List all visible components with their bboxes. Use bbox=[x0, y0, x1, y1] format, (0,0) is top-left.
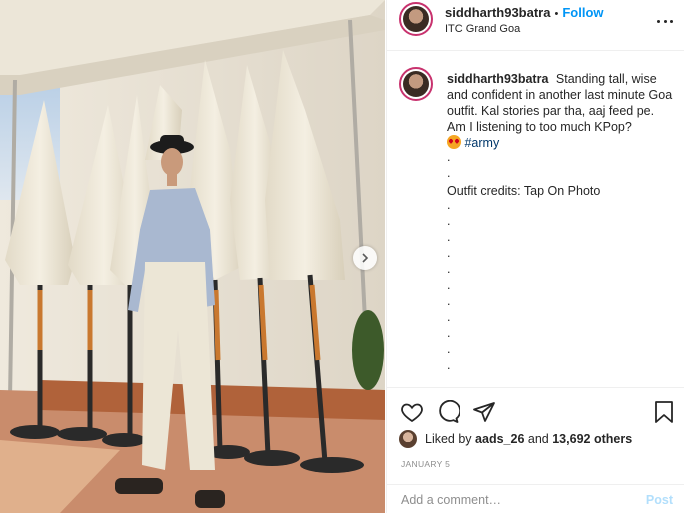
location-link[interactable]: ITC Grand Goa bbox=[445, 23, 520, 35]
next-photo-button[interactable] bbox=[353, 246, 377, 270]
dot-line: . bbox=[447, 278, 451, 292]
liker-username[interactable]: aads_26 bbox=[475, 432, 524, 446]
likes-middle: and bbox=[527, 432, 549, 446]
author-avatar[interactable] bbox=[399, 2, 433, 36]
comment-icon[interactable] bbox=[436, 400, 460, 424]
follow-button[interactable]: Follow bbox=[562, 5, 603, 20]
photo-illustration bbox=[0, 0, 385, 513]
action-bar bbox=[387, 387, 684, 433]
post-header: siddharth93batra • Follow ITC Grand Goa bbox=[387, 0, 684, 51]
post-comment-button[interactable]: Post bbox=[646, 493, 673, 507]
likes-count[interactable]: 13,692 others bbox=[552, 432, 632, 446]
caption-avatar[interactable] bbox=[399, 67, 433, 101]
liker-avatar[interactable] bbox=[399, 430, 417, 448]
caption-username[interactable]: siddharth93batra bbox=[447, 72, 548, 86]
dot-line: . bbox=[447, 230, 451, 244]
dot-line: . bbox=[447, 326, 451, 340]
dot-line: . bbox=[447, 246, 451, 260]
post-photo[interactable] bbox=[0, 0, 385, 513]
heart-eyes-emoji-icon bbox=[447, 135, 461, 149]
dot-line: . bbox=[447, 198, 451, 212]
dot-line: . bbox=[447, 214, 451, 228]
caption-text: siddharth93batra Standing tall, wise and… bbox=[447, 71, 675, 375]
caption-section: siddharth93batra Standing tall, wise and… bbox=[387, 52, 684, 387]
post-date[interactable]: JANUARY 5 bbox=[401, 459, 450, 469]
likes-prefix: Liked by bbox=[425, 432, 472, 446]
dot-line: . bbox=[447, 150, 451, 164]
outfit-credits: Outfit credits: Tap On Photo bbox=[447, 184, 601, 198]
comment-box: Post bbox=[387, 484, 684, 513]
dot-line: . bbox=[447, 310, 451, 324]
heart-icon[interactable] bbox=[400, 400, 424, 424]
hashtag-link[interactable]: #army bbox=[464, 136, 499, 150]
separator-dot: • bbox=[554, 8, 559, 20]
bookmark-icon[interactable] bbox=[652, 400, 676, 424]
post-side-panel: siddharth93batra • Follow ITC Grand Goa si… bbox=[386, 0, 684, 513]
dot-line: . bbox=[447, 166, 451, 180]
dot-line: . bbox=[447, 294, 451, 308]
author-username[interactable]: siddharth93batra bbox=[445, 5, 550, 20]
chevron-right-icon bbox=[362, 253, 369, 263]
comment-input[interactable] bbox=[401, 493, 621, 507]
dot-line: . bbox=[447, 358, 451, 372]
dot-line: . bbox=[447, 342, 451, 356]
share-icon[interactable] bbox=[472, 400, 496, 424]
likes-summary: Liked by aads_26 and 13,692 others bbox=[399, 430, 632, 448]
more-options-icon[interactable] bbox=[657, 14, 673, 28]
author-line: siddharth93batra • Follow bbox=[445, 5, 604, 20]
dot-line: . bbox=[447, 262, 451, 276]
